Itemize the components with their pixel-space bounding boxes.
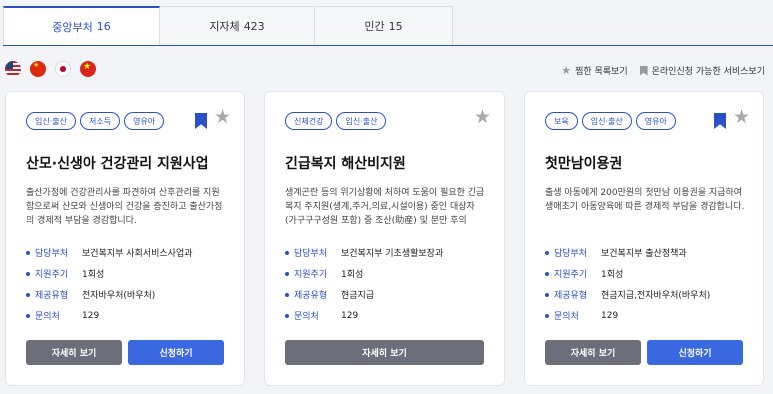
- detail-button[interactable]: 자세히 보기: [26, 340, 122, 365]
- service-card: 신체건강 임신·출산 ★ 긴급복지 해산비지원 생계곤란 등의 위기상황에 처하…: [264, 91, 505, 386]
- tag-list: 임신·출산 저소득 영유아: [26, 112, 165, 130]
- china-flag-icon[interactable]: [30, 61, 46, 77]
- us-flag-icon[interactable]: [5, 61, 21, 77]
- favorite-list-link[interactable]: 찜한 목록보기: [575, 64, 628, 77]
- tab-underline: [3, 45, 773, 46]
- card-title[interactable]: 첫만남이용권: [545, 153, 622, 173]
- tag[interactable]: 영유아: [635, 112, 676, 130]
- card-description: 출생 아동에게 200만원의 첫만남 이용권을 지급하여 생애초기 아동양육에 …: [545, 188, 745, 212]
- info-value: 보건복지부 사회서비스사업과: [82, 249, 193, 259]
- info-key: 문의처: [294, 312, 319, 322]
- info-value: 129: [601, 310, 619, 321]
- info-key: 담당부처: [35, 249, 69, 259]
- tag[interactable]: 신체건강: [285, 112, 333, 130]
- apply-button[interactable]: 신청하기: [128, 340, 224, 365]
- info-key: 담당부처: [294, 249, 328, 259]
- info-key: 지원주기: [554, 270, 588, 280]
- tab-label: 중앙부처: [52, 20, 93, 34]
- card-description: 출산가정에 건강관리사를 파견하여 산후관리를 지원함으로써 산모와 신생아의 …: [26, 188, 223, 226]
- tag[interactable]: 영유아: [124, 112, 165, 130]
- tab-private[interactable]: 민간 15: [315, 6, 453, 46]
- tab-count: 423: [243, 19, 265, 33]
- tab-count: 16: [96, 20, 111, 33]
- info-key: 제공유형: [294, 291, 328, 301]
- info-key: 문의처: [35, 312, 60, 322]
- info-value: 보건복지부 기초생활보장과: [341, 249, 444, 259]
- tag-list: 보육 임신·출산 영유아: [545, 112, 676, 130]
- online-service-link[interactable]: 온라인신청 가능한 서비스보기: [652, 64, 765, 77]
- tag[interactable]: 임신·출산: [26, 112, 76, 130]
- tag[interactable]: 보육: [545, 112, 578, 130]
- tab-label: 지자체: [209, 20, 240, 33]
- star-icon[interactable]: ★: [733, 108, 750, 127]
- info-value: 1회성: [601, 270, 624, 280]
- tab-label: 민간: [364, 20, 385, 33]
- tag-list: 신체건강 임신·출산: [285, 112, 387, 130]
- bookmark-icon[interactable]: [195, 113, 207, 129]
- info-key: 제공유형: [554, 291, 588, 301]
- info-value: 현금지급,전자바우처(바우처): [601, 291, 711, 301]
- vietnam-flag-icon[interactable]: [80, 61, 96, 77]
- star-icon[interactable]: ★: [214, 108, 231, 127]
- info-value: 전자바우처(바우처): [82, 291, 156, 301]
- service-card: 보육 임신·출산 영유아 ★ 첫만남이용권 출생 아동에게 200만원의 첫만남…: [524, 91, 764, 386]
- detail-button[interactable]: 자세히 보기: [285, 340, 484, 365]
- info-key: 지원주기: [294, 270, 328, 280]
- tab-local[interactable]: 지자체 423: [160, 6, 315, 46]
- star-icon[interactable]: ★: [474, 108, 491, 127]
- info-value: 1회성: [341, 270, 364, 280]
- card-info: 담당부처 보건복지부 출산정책과 지원주기 1회성 제공유형 현금지급,전자바우처(바…: [545, 242, 710, 326]
- apply-button[interactable]: 신청하기: [647, 340, 743, 365]
- info-key: 제공유형: [35, 291, 69, 301]
- tag[interactable]: 저소득: [79, 112, 121, 130]
- card-title[interactable]: 산모·신생아 건강관리 지원사업: [26, 153, 209, 173]
- card-info: 담당부처 보건복지부 사회서비스사업과 지원주기 1회성 제공유형 전자바우처(바우처…: [26, 242, 193, 326]
- star-icon: ★: [561, 64, 572, 77]
- japan-flag-icon[interactable]: [55, 61, 71, 77]
- info-key: 지원주기: [35, 270, 69, 280]
- info-value: 1회성: [82, 270, 105, 280]
- info-value: 129: [341, 310, 359, 321]
- service-card: 임신·출산 저소득 영유아 ★ 산모·신생아 건강관리 지원사업 출산가정에 건…: [5, 91, 245, 386]
- card-info: 담당부처 보건복지부 기초생활보장과 지원주기 1회성 제공유형 현금지급 문의처 12…: [285, 242, 443, 326]
- tab-central[interactable]: 중앙부처 16: [3, 6, 160, 46]
- bookmark-icon[interactable]: [714, 113, 726, 129]
- tab-count: 15: [388, 19, 403, 33]
- info-key: 문의처: [554, 312, 579, 322]
- card-description: 생계곤란 등의 위기상황에 처하여 도움이 필요한 긴급복지 주지원(생계,주거…: [285, 188, 485, 226]
- info-key: 담당부처: [554, 249, 588, 259]
- info-value: 129: [82, 310, 100, 321]
- bookmark-icon: [639, 65, 648, 76]
- card-title[interactable]: 긴급복지 해산비지원: [285, 153, 406, 173]
- language-flags: [5, 61, 96, 77]
- info-value: 현금지급: [341, 291, 375, 301]
- detail-button[interactable]: 자세히 보기: [545, 340, 641, 365]
- info-value: 보건복지부 출산정책과: [601, 249, 687, 259]
- tag[interactable]: 임신·출산: [336, 112, 387, 130]
- tag[interactable]: 임신·출산: [581, 112, 632, 130]
- view-filters: ★ 찜한 목록보기 온라인신청 가능한 서비스보기: [561, 64, 765, 77]
